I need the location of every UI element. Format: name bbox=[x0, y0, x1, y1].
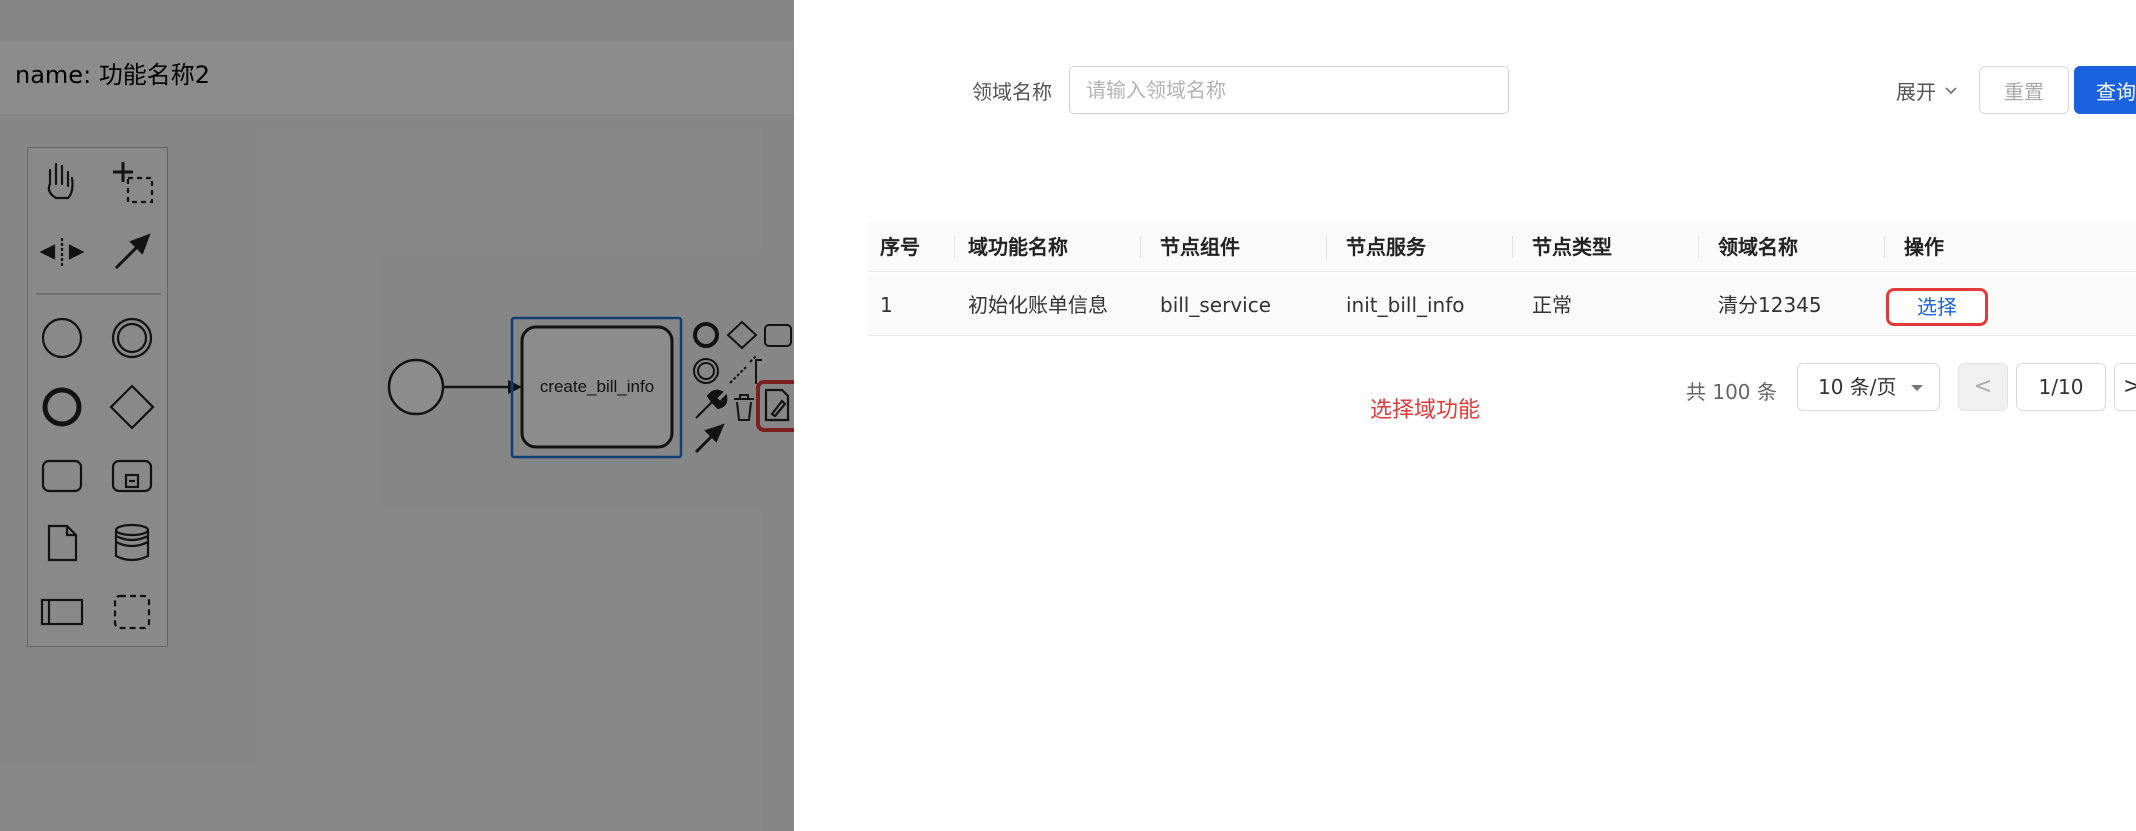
query-button[interactable]: 查询 bbox=[2074, 66, 2136, 114]
current-page-indicator: 1/10 bbox=[2016, 363, 2106, 411]
domain-function-drawer: 领域名称 展开 重置 查询 序号 域功能名称 节点组件 节点服务 节点类型 领域… bbox=[794, 0, 2136, 831]
pad-gateway-icon[interactable] bbox=[726, 320, 758, 350]
select-link[interactable]: 选择 bbox=[1886, 288, 1988, 326]
pad-end-event-icon[interactable] bbox=[693, 322, 719, 348]
pad-connect-arrow-icon[interactable] bbox=[694, 423, 725, 454]
cell-type: 正常 bbox=[1532, 293, 1572, 317]
domain-name-label: 领域名称 bbox=[972, 80, 1052, 104]
table-row: 1 初始化账单信息 bill_service init_bill_info 正常… bbox=[868, 274, 2136, 336]
page-size-select[interactable]: 10 条/页 bbox=[1797, 363, 1940, 411]
annotation-text: 选择域功能 bbox=[1370, 398, 1481, 423]
page-size-value: 10 条/页 bbox=[1818, 375, 1897, 399]
prev-page-button[interactable]: < bbox=[1958, 363, 2008, 411]
start-event[interactable] bbox=[387, 358, 445, 416]
col-index: 序号 bbox=[880, 235, 920, 259]
pad-edit-icon[interactable] bbox=[764, 388, 790, 422]
col-type: 节点类型 bbox=[1532, 235, 1612, 259]
bpmn-editor: name: 功能名称2 create_bill_info bbox=[0, 0, 794, 831]
cell-index: 1 bbox=[880, 293, 893, 317]
chevron-down-icon bbox=[1945, 86, 1957, 94]
next-page-button[interactable]: > bbox=[2114, 363, 2136, 411]
cell-component: bill_service bbox=[1160, 293, 1272, 317]
pad-trash-icon[interactable] bbox=[734, 394, 754, 421]
reset-button[interactable]: 重置 bbox=[1979, 66, 2069, 114]
caret-down-icon bbox=[1911, 385, 1923, 391]
table-header: 序号 域功能名称 节点组件 节点服务 节点类型 领域名称 操作 bbox=[868, 222, 2136, 272]
pad-wrench-icon[interactable] bbox=[695, 389, 728, 419]
cell-service: init_bill_info bbox=[1346, 293, 1465, 317]
pad-task-icon[interactable] bbox=[764, 324, 792, 347]
pad-annotation-icon[interactable] bbox=[755, 359, 762, 384]
col-service: 节点服务 bbox=[1346, 235, 1426, 259]
cell-domain: 清分12345 bbox=[1718, 293, 1822, 317]
col-component: 节点组件 bbox=[1160, 235, 1240, 259]
col-domain: 领域名称 bbox=[1718, 235, 1798, 259]
col-func-name: 域功能名称 bbox=[968, 235, 1068, 259]
pagination-total: 共 100 条 bbox=[1686, 380, 1777, 404]
cell-func-name: 初始化账单信息 bbox=[968, 293, 1108, 317]
pad-connection-icon[interactable] bbox=[729, 355, 757, 384]
diagram-canvas[interactable]: create_bill_info bbox=[0, 0, 794, 831]
pad-intermediate-event-icon[interactable] bbox=[693, 358, 719, 384]
expand-label: 展开 bbox=[1896, 80, 1936, 104]
task-label: create_bill_info bbox=[540, 377, 654, 396]
col-action: 操作 bbox=[1904, 235, 1944, 259]
expand-toggle[interactable]: 展开 bbox=[1896, 76, 1958, 105]
domain-name-input[interactable] bbox=[1069, 66, 1509, 114]
